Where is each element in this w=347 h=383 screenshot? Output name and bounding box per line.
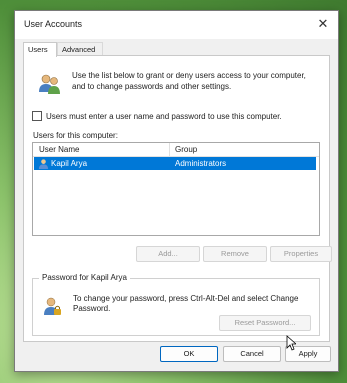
close-icon[interactable]: ✕: [316, 17, 330, 31]
window-title: User Accounts: [24, 19, 83, 29]
ok-button[interactable]: OK: [160, 346, 218, 362]
reset-password-button[interactable]: Reset Password...: [219, 315, 311, 331]
users-list[interactable]: User Name Group Kapil Arya Administrator…: [32, 142, 320, 236]
column-header-user-name[interactable]: User Name: [39, 145, 79, 154]
column-header-group[interactable]: Group: [175, 145, 197, 154]
add-button[interactable]: Add...: [136, 246, 200, 262]
row-user-name: Kapil Arya: [51, 159, 88, 168]
user-password-icon: [44, 297, 61, 315]
require-password-label[interactable]: Users must enter a user name and passwor…: [46, 112, 282, 121]
users-icon: [39, 74, 60, 94]
title-bar: User Accounts ✕: [15, 11, 338, 39]
table-row[interactable]: Kapil Arya Administrators: [34, 157, 316, 170]
properties-button[interactable]: Properties: [270, 246, 332, 262]
cancel-button[interactable]: Cancel: [223, 346, 281, 362]
user-accounts-dialog: User Accounts ✕ Users Advanced Use the l…: [14, 10, 339, 372]
require-password-option[interactable]: Users must enter a user name and passwor…: [32, 110, 282, 122]
users-tab-panel: Use the list below to grant or deny user…: [23, 55, 332, 342]
tab-advanced[interactable]: Advanced: [57, 42, 103, 56]
users-list-caption: Users for this computer:: [33, 131, 118, 140]
password-group-legend: Password for Kapil Arya: [39, 273, 130, 282]
tab-users[interactable]: Users: [23, 42, 57, 57]
row-group: Administrators: [175, 159, 227, 168]
column-separator[interactable]: [169, 143, 170, 156]
intro-text: Use the list below to grant or deny user…: [72, 71, 306, 91]
password-instruction: To change your password, press Ctrl-Alt-…: [73, 294, 299, 313]
password-groupbox: Password for Kapil Arya To change your p…: [32, 273, 320, 336]
user-icon: [38, 159, 49, 169]
mouse-pointer-icon: [286, 335, 296, 351]
remove-button[interactable]: Remove: [203, 246, 267, 262]
require-password-checkbox[interactable]: [32, 111, 42, 121]
list-header: User Name Group: [33, 143, 319, 157]
